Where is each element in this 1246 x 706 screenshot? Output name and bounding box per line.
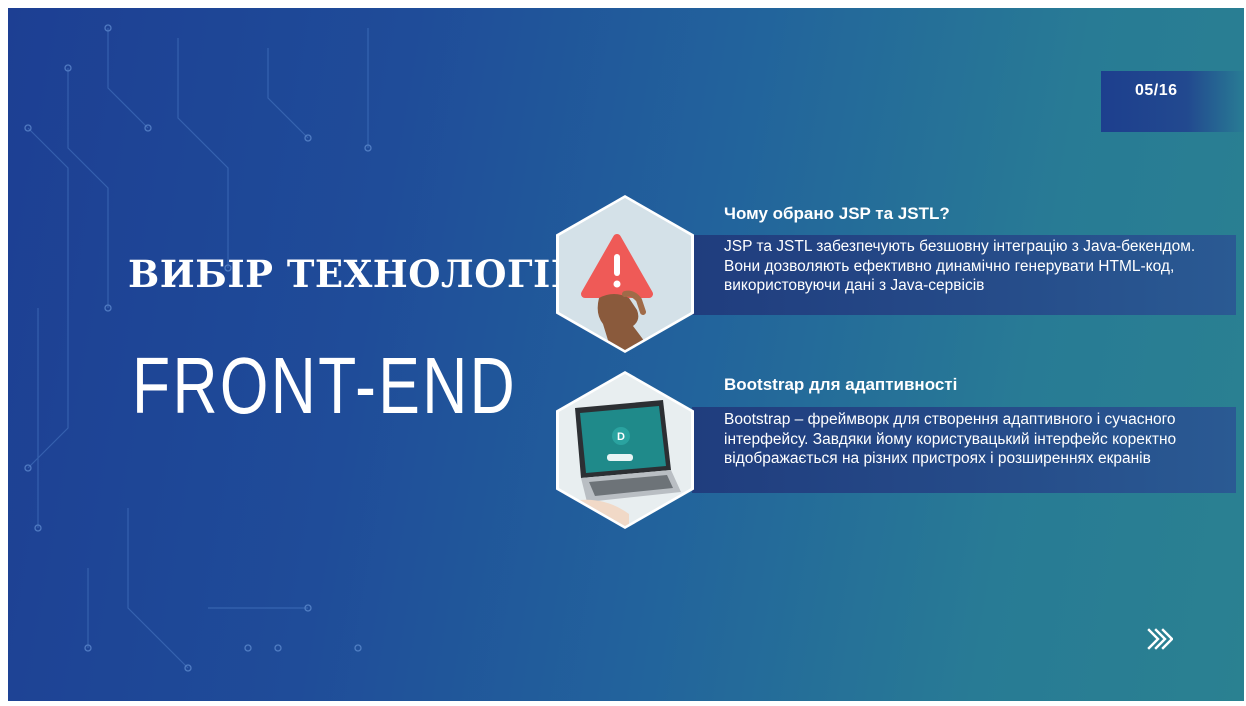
svg-text:D: D: [617, 431, 625, 443]
slide-title: ВИБІР ТЕХНОЛОГІЙ:: [128, 252, 601, 296]
card-2-title: Bootstrap для адаптивності: [724, 375, 958, 394]
card-1-title: Чому обрано JSP та JSTL?: [724, 204, 950, 223]
page-indicator-box: [1101, 71, 1244, 132]
chevrons-right-icon[interactable]: [1147, 627, 1173, 651]
card-1-text: JSP та JSTL забезпечують безшовну інтегр…: [724, 238, 1196, 294]
page-indicator: 05/16: [1135, 82, 1178, 99]
slide-subtitle: FRONT-END: [132, 341, 518, 430]
card-2-text: Bootstrap – фреймворк для створення адап…: [724, 411, 1177, 467]
